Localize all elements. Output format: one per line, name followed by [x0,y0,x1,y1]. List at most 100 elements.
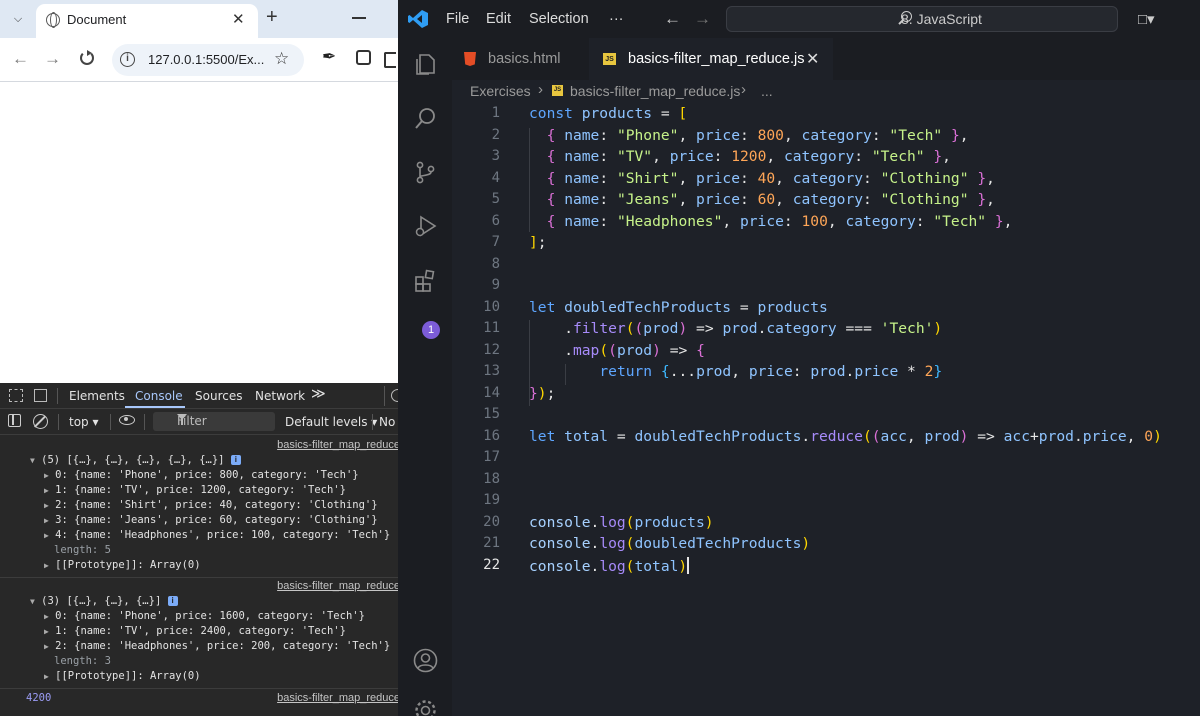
log-array-item[interactable]: ▶ 2: {name: 'Shirt', price: 40, category… [44,499,378,511]
code-editor[interactable]: 1 2 3 4 5 6 7 8 9 10 11 12 13 14 15 16 17 18 19 20 21 22 cons… [452,102,1200,716]
tab-console[interactable]: Console [135,389,183,403]
log-array-item[interactable]: ▶ 1: {name: 'TV', price: 1200, category:… [44,484,346,496]
console-sidebar-icon[interactable] [8,414,21,427]
manage-gear-icon[interactable] [413,698,438,716]
menu-edit[interactable]: Edit [486,11,511,27]
search-icon[interactable] [413,106,438,131]
source-link[interactable]: basics-filter_map_reduce [277,692,398,704]
clear-console-icon[interactable] [33,414,48,429]
code-line[interactable]: ]; [529,234,547,251]
log-array-summary[interactable]: ▼ (3) [{…}, {…}, {…}] i [30,595,178,607]
command-center-search[interactable]: 8. JavaScript [726,6,1118,32]
breadcrumb-symbol[interactable]: ... [761,83,773,99]
code-line[interactable]: { name: "Phone", price: 800, category: "… [529,127,969,144]
extensions-puzzle-icon[interactable] [356,50,371,65]
line-number: 18 [483,470,500,487]
explorer-files-icon[interactable] [413,52,438,77]
console-toolbar: top ▾ Filter Default levels ▾ No [0,409,398,435]
close-tab-icon[interactable]: ✕ [232,10,245,28]
code-line[interactable]: { name: "Jeans", price: 60, category: "C… [529,191,995,208]
divider [58,414,59,430]
code-line[interactable]: console.log(total) [529,556,690,575]
site-info-icon[interactable]: i [120,52,135,67]
code-line[interactable]: }); [529,385,555,402]
go-forward-arrow-icon[interactable]: → [694,9,711,29]
forward-arrow-icon[interactable]: → [44,50,61,68]
context-selector[interactable]: top ▾ [69,415,99,429]
close-tab-icon[interactable]: ✕ [806,49,819,69]
new-tab-plus-icon[interactable]: + [266,7,278,27]
menu-selection[interactable]: Selection [529,11,589,27]
tab-basics-html[interactable]: basics.html [452,38,589,80]
log-array-summary[interactable]: ▼ (5) [{…}, {…}, {…}, {…}, {…}] i [30,454,241,466]
code-line[interactable]: .map((prod) => { [529,342,705,359]
code-line[interactable]: return {...prod, price: prod.price * 2} [529,363,942,380]
code-line[interactable]: let total = doubledTechProducts.reduce((… [529,428,1162,445]
browser-tab[interactable]: Document ✕ [36,4,258,38]
extensions-icon[interactable] [413,268,438,293]
reload-icon[interactable] [80,50,94,65]
log-array-item[interactable]: ▶ 3: {name: 'Jeans', price: 60, category… [44,514,378,526]
side-panel-icon[interactable] [384,52,396,68]
log-array-item[interactable]: ▶ 0: {name: 'Phone', price: 1600, catego… [44,610,365,622]
back-arrow-icon[interactable]: ← [12,50,29,68]
log-prototype[interactable]: ▶ [[Prototype]]: Array(0) [44,670,201,682]
settings-gear-icon[interactable] [391,389,398,402]
live-expression-eye-icon[interactable] [119,415,135,425]
code-line[interactable]: .filter((prod) => prod.category === 'Tec… [529,320,942,337]
line-number: 5 [491,191,500,207]
tab-elements[interactable]: Elements [69,389,125,403]
minimize-window-icon[interactable] [352,17,366,19]
line-number: 21 [483,535,500,551]
line-number: 9 [491,277,500,293]
url-text[interactable]: 127.0.0.1:5500/Ex... [148,52,264,67]
text-cursor [687,556,690,574]
source-link[interactable]: basics-filter_map_reduce [277,439,398,451]
log-array-item[interactable]: ▶ 0: {name: 'Phone', price: 800, categor… [44,469,359,481]
menu-file[interactable]: File [446,11,469,27]
code-line[interactable]: const products = [ [529,105,687,122]
log-array-item[interactable]: ▶ 1: {name: 'TV', price: 2400, category:… [44,625,346,637]
inspect-element-icon[interactable] [9,389,23,402]
line-number: 12 [483,341,500,358]
tab-basics-filter-map-reduce-js[interactable]: JS basics-filter_map_reduce.js ✕ [589,38,833,80]
source-link[interactable]: basics-filter_map_reduce [277,580,398,592]
device-toolbar-icon[interactable] [34,389,47,402]
code-line[interactable]: { name: "Shirt", price: 40, category: "C… [529,170,995,187]
browser-window: ⌵ Document ✕ + ← → i 127.0.0.1:5500/Ex..… [0,0,398,716]
breadcrumb-file[interactable]: basics-filter_map_reduce.js [570,83,740,99]
tab-search-chevron-icon[interactable]: ⌵ [10,11,26,27]
code-line[interactable]: { name: "TV", price: 1200, category: "Te… [529,148,951,165]
vscode-window: File Edit Selection ··· ← → 8. JavaScrip… [398,0,1200,716]
console-filter-input[interactable]: Filter [153,412,275,431]
log-separator [0,688,398,689]
source-control-icon[interactable] [413,160,438,185]
editor-tab-bar: basics.html JS basics-filter_map_reduce.… [452,38,1200,80]
code-line[interactable]: { name: "Headphones", price: 100, catego… [529,213,1013,230]
copilot-chat-icon[interactable]: □▾ [1138,10,1155,28]
divider [57,388,58,404]
address-bar[interactable]: i 127.0.0.1:5500/Ex... ☆ [112,44,304,76]
log-levels-dropdown[interactable]: Default levels ▾ [285,415,377,429]
run-debug-icon[interactable] [413,214,438,239]
code-line[interactable]: console.log(products) [529,514,714,531]
log-prototype[interactable]: ▶ [[Prototype]]: Array(0) [44,559,201,571]
menu-more[interactable]: ··· [609,11,624,27]
screen: ⌵ Document ✕ + ← → i 127.0.0.1:5500/Ex..… [0,0,1200,716]
tab-network[interactable]: Network [255,389,305,403]
browser-tab-strip: ⌵ Document ✕ + [0,0,398,38]
log-array-item[interactable]: ▶ 2: {name: 'Headphones', price: 200, ca… [44,640,390,652]
eyedropper-extension-icon[interactable]: ✒ [322,47,336,67]
log-array-item[interactable]: ▶ 4: {name: 'Headphones', price: 100, ca… [44,529,390,541]
breadcrumb-folder[interactable]: Exercises [470,83,531,99]
accounts-icon[interactable] [413,648,438,673]
globe-icon [46,12,60,28]
code-line[interactable]: let doubledTechProducts = products [529,299,828,316]
issues-counter[interactable]: No [379,415,395,429]
go-back-arrow-icon[interactable]: ← [664,9,681,29]
bookmark-star-icon[interactable]: ☆ [274,49,289,69]
tab-sources[interactable]: Sources [195,389,242,403]
code-line[interactable]: console.log(doubledTechProducts) [529,535,810,552]
title-bar: File Edit Selection ··· ← → 8. JavaScrip… [398,0,1200,38]
more-tabs-icon[interactable]: ≫ [311,386,326,402]
